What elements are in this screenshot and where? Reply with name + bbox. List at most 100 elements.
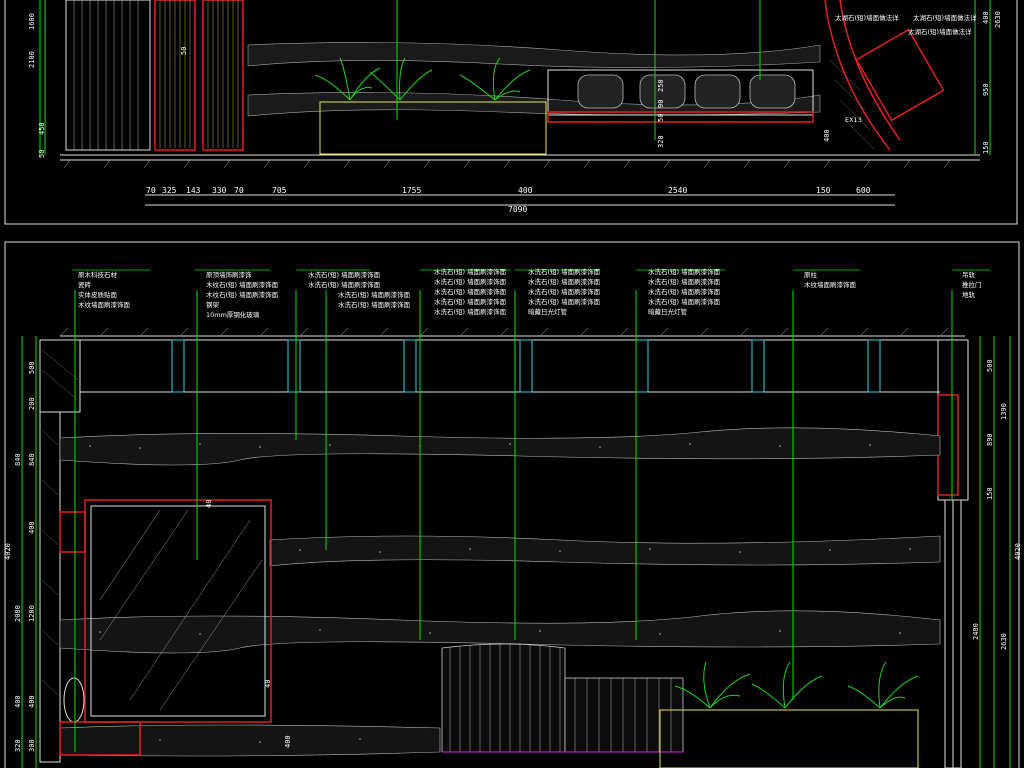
callout-text: 水洗石(短) 墙面刷漆饰面 [338, 290, 411, 299]
dim-label: 2480 [972, 623, 980, 640]
left-column [39, 339, 81, 413]
curved-wall [824, 0, 891, 151]
callout-text: 木纹石(短) 墙面刷漆饰面 [206, 290, 279, 299]
dim-label: 400 [28, 695, 36, 708]
dim-label: 50 [38, 150, 46, 158]
callout-text: 推拉门 [962, 280, 982, 289]
top-bottom-dims: 70 325 143 330 70 705 1755 400 2540 150 … [146, 186, 871, 214]
dim-label: 250 [657, 79, 665, 92]
callout-text: 水洗石(短) 墙面刷漆饰面 [434, 277, 507, 286]
callout-text: 水洗石(短) 墙面刷漆饰面 [434, 287, 507, 296]
callout-text: 水洗石(短) 墙面刷漆饰面 [338, 300, 411, 309]
stone-band [269, 535, 941, 567]
dim-label: 500 [986, 359, 994, 372]
bottom-callouts: 原木科技石材 瓷砖 实体皮质贴面 木纹墙面刷漆饰面 原顶墙饰刷漆饰 木纹石(短)… [78, 267, 982, 319]
callout-text: 水洗石(短) 墙面刷漆饰面 [648, 277, 721, 286]
dim-label: 950 [982, 83, 990, 96]
callout-text: 水洗石(短) 墙面刷漆饰面 [528, 297, 601, 306]
top-callouts: 太湖石(短)墙面做法详 太湖石(短)墙面做法详 太湖石(短)墙面做法详 EX13 [835, 13, 977, 124]
dim-label: 40 [264, 680, 272, 688]
dim-label: 400 [823, 129, 831, 142]
stone-band [59, 427, 941, 466]
dim-label: 500 [28, 361, 36, 374]
dim-label: 70 [234, 186, 244, 195]
cad-drawing-canvas: 70 325 143 330 70 705 1755 400 2540 150 … [4, 0, 1022, 768]
dim-label: 400 [14, 695, 22, 708]
dim-label: 840 [14, 453, 22, 466]
callout-text: 原木科技石材 [78, 270, 118, 279]
dim-label: 2100 [28, 51, 36, 68]
tag-text: EX13 [845, 116, 862, 124]
callout-text: 原顶墙饰刷漆饰 [206, 270, 252, 279]
bottom-elevation: 原木科技石材 瓷砖 实体皮质贴面 木纹墙面刷漆饰面 原顶墙饰刷漆饰 木纹石(短)… [4, 241, 1022, 768]
callout-text: 水洗石(短) 墙面刷漆饰面 [308, 280, 381, 289]
callout-text: 钢架 [206, 301, 220, 309]
glass-panels [171, 339, 881, 393]
top-right-dims: 400 2630 950 150 [982, 11, 1002, 154]
callout-text: 水洗石(短) 墙面刷漆饰面 [648, 297, 721, 306]
callout-text: 吊轨 [962, 270, 976, 279]
callout-text: 暗藏日光灯管 [528, 307, 568, 316]
callout-text: 水洗石(短) 墙面刷漆饰面 [648, 287, 721, 296]
dim-label: 400 [518, 186, 533, 195]
dim-label: 50 [657, 114, 665, 122]
dim-label: 1200 [28, 605, 36, 622]
dim-label: 2630 [1000, 633, 1008, 650]
plant-icon [674, 661, 919, 709]
top-elevation: 70 325 143 330 70 705 1755 400 2540 150 … [4, 0, 1018, 225]
right-column [937, 339, 969, 501]
stone-band [59, 724, 441, 757]
callout-text: 水洗石(短) 墙面刷漆饰面 [648, 267, 721, 276]
dim-label: 70 [146, 186, 156, 195]
dim-label: 400 [28, 521, 36, 534]
dim-label: 400 [982, 11, 990, 24]
total-dim-label: 7090 [508, 205, 527, 214]
dim-label: 90 [657, 100, 665, 108]
callout-text: 水洗石(短) 墙面刷漆饰面 [434, 297, 507, 306]
callout-text: 水洗石(短) 墙面刷漆饰面 [528, 267, 601, 276]
dim-label: 320 [657, 135, 665, 148]
dim-label: 450 [38, 122, 46, 135]
dim-label: 150 [816, 186, 831, 195]
dim-label: 150 [986, 487, 994, 500]
planter-box [659, 709, 919, 768]
callout-text: 原柱 [804, 270, 818, 279]
dim-label: 4020 [4, 543, 12, 560]
callout-text: 木纹墙面刷漆饰面 [804, 280, 857, 289]
callout-text: 瓷砖 [78, 280, 92, 289]
callout-text: 水洗石(短) 墙面刷漆饰面 [528, 287, 601, 296]
dim-label: 143 [186, 186, 201, 195]
callout-text: 太湖石(短)墙面做法详 [835, 13, 899, 22]
callout-text: 太湖石(短)墙面做法详 [913, 13, 977, 22]
dim-label: 600 [856, 186, 871, 195]
dim-label: 1600 [28, 13, 36, 30]
stone-band [247, 42, 821, 68]
dim-label: 2630 [994, 11, 1002, 28]
dim-label: 200 [28, 397, 36, 410]
dim-label: 2080 [14, 605, 22, 622]
curtain-panel [65, 0, 151, 151]
callout-text: 实体皮质贴面 [78, 290, 118, 299]
callout-text: 水洗石(短) 墙面刷漆饰面 [434, 267, 507, 276]
callout-text: 木纹石(短) 墙面刷漆饰面 [206, 280, 279, 289]
dim-label: 4020 [1014, 543, 1022, 560]
towel-holder [63, 677, 85, 723]
callout-text: 暗藏日光灯管 [648, 307, 688, 316]
callout-text: 地轨 [962, 290, 976, 299]
callout-text: 水洗石(短) 墙面刷漆饰面 [434, 307, 507, 316]
dim-label: 400 [284, 735, 292, 748]
callout-text: 10mm厚钢化玻璃 [206, 310, 260, 319]
dim-label: 705 [272, 186, 287, 195]
dim-label: 1755 [402, 186, 421, 195]
callout-text: 水洗石(短) 墙面刷漆饰面 [528, 277, 601, 286]
lattice-structure [441, 643, 684, 753]
dim-label: 1390 [1000, 403, 1008, 420]
callout-text: 水洗石(短) 墙面刷漆饰面 [308, 270, 381, 279]
dim-label: 150 [982, 141, 990, 154]
callout-text: 太湖石(短)墙面做法详 [908, 27, 972, 36]
dim-label: 325 [162, 186, 177, 195]
dim-label: 320 [14, 739, 22, 752]
dim-label: 300 [28, 739, 36, 752]
bottom-left-dims: 4020 500 200 840 2080 400 320 840 400 12… [4, 361, 36, 752]
dim-label: 840 [28, 453, 36, 466]
